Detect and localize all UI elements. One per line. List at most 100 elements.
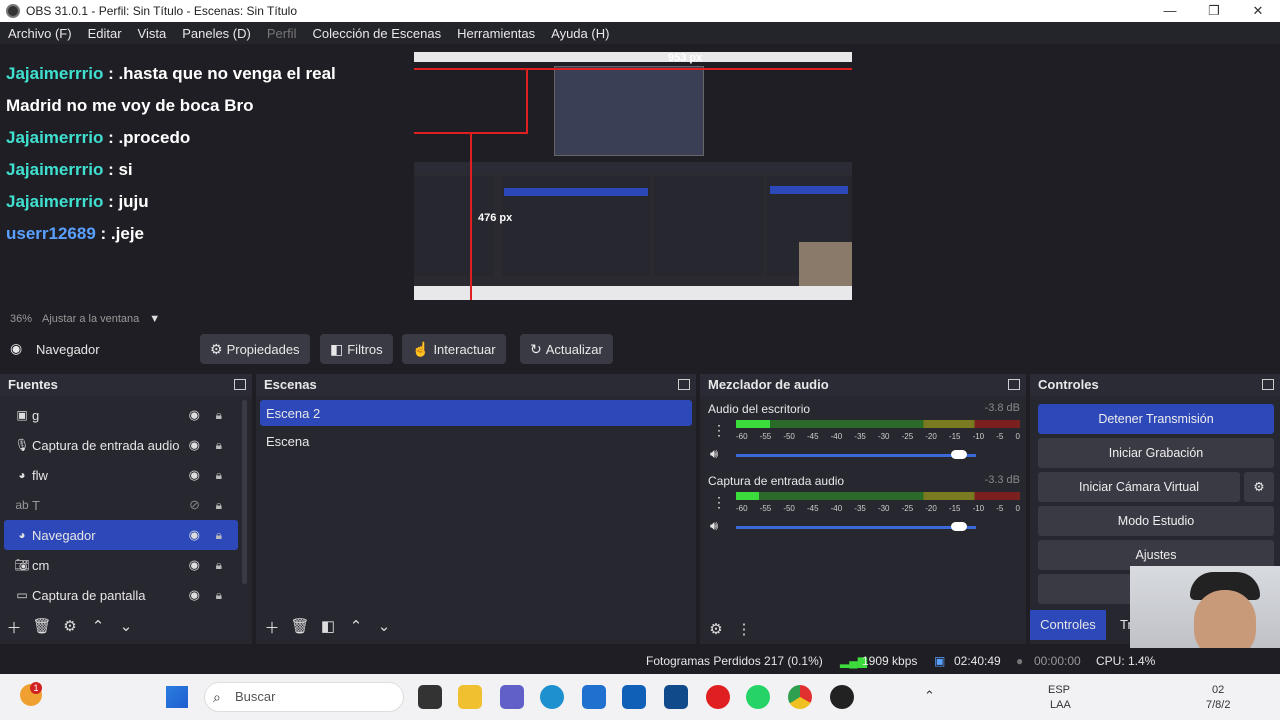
chevron-down-icon[interactable]: ⌄ [116,617,136,638]
chevron-up-icon[interactable]: ⌃ [88,617,108,638]
kebab-menu-icon[interactable]: ⋮ [734,620,754,638]
chrome-icon[interactable] [788,685,812,709]
start-recording-button[interactable]: Iniciar Grabación [1038,438,1274,468]
lock-icon[interactable]: 🔒︎ [216,588,222,603]
channel-name: Audio del escritorio [708,402,811,416]
scene-item[interactable]: Escena 2 [260,400,692,426]
meter-tick-label: -30 [877,432,890,441]
undock-icon[interactable] [1262,379,1274,390]
lock-icon[interactable]: 🔒︎ [216,498,222,513]
volume-slider[interactable] [736,526,976,529]
trash-icon[interactable]: 🗑︎ [32,617,52,638]
eye-icon[interactable]: ◉ [189,587,200,603]
menu-help[interactable]: Ayuda (H) [543,26,617,41]
source-item[interactable]: ab T ⊘ 🔒︎ [4,490,248,520]
gear-icon[interactable]: ⚙ [60,617,80,638]
eye-icon[interactable]: ◉ [189,467,200,483]
filters-button[interactable]: ◧ Filtros [320,334,393,364]
properties-button[interactable]: ⚙ Propiedades [200,334,310,364]
eye-icon[interactable]: ◉ [189,407,200,423]
volume-slider-knob[interactable] [951,522,968,531]
teams-icon[interactable] [500,685,524,709]
filter-icon[interactable]: ◧ [318,617,338,638]
outlook-icon[interactable] [622,685,646,709]
undock-icon[interactable] [678,379,690,390]
studio-mode-button[interactable]: Modo Estudio [1038,506,1274,536]
minimize-button[interactable]: — [1148,0,1192,22]
menu-view[interactable]: Vista [130,26,175,41]
refresh-button[interactable]: ↻ Actualizar [520,334,613,364]
zoom-fit-label[interactable]: Ajustar a la ventana [42,313,139,325]
source-item[interactable]: 📷︎ cm ◉ 🔒︎ [4,550,248,580]
edge-icon[interactable] [540,685,564,709]
obs-icon[interactable] [830,685,854,709]
source-item[interactable]: ◕ flw ◉ 🔒︎ [4,460,248,490]
chevron-down-icon[interactable]: ▼ [149,313,160,325]
interact-button[interactable]: ☝ Interactuar [402,334,506,364]
lock-icon[interactable]: 🔒︎ [216,468,222,483]
globe-icon: ◕ [18,528,26,542]
menu-scene-collection[interactable]: Colección de Escenas [304,26,449,41]
eye-icon[interactable]: ◉ [189,527,200,543]
scrollbar[interactable] [242,400,247,584]
menu-tools[interactable]: Herramientas [449,26,543,41]
source-item[interactable]: ▣ g ◉ 🔒︎ [4,400,248,430]
language-indicator[interactable]: ESP [1048,684,1070,696]
menu-edit[interactable]: Editar [80,26,130,41]
task-view-icon[interactable] [418,685,442,709]
close-button[interactable]: ✕ [1236,0,1280,22]
trash-icon[interactable]: 🗑︎ [290,617,310,638]
source-item[interactable]: 🎙︎ Captura de entrada audio ◉ 🔒︎ [4,430,248,460]
scene-item[interactable]: Escena [260,426,692,456]
meter-tick-label: -55 [759,504,772,513]
app-icon[interactable] [664,685,688,709]
monitor-icon: ▭ [16,588,28,602]
lock-icon[interactable]: 🔒︎ [216,408,222,423]
menu-file[interactable]: Archivo (F) [0,26,80,41]
source-item[interactable]: ◕ Navegador ◉ 🔒︎ [4,520,238,550]
add-icon[interactable]: ＋ [262,617,282,638]
stop-streaming-button[interactable]: Detener Transmisión [1038,404,1274,434]
obs-logo-icon [6,4,20,18]
whatsapp-icon[interactable] [746,685,770,709]
add-icon[interactable]: ＋ [4,617,24,638]
meter-tick-label: -50 [783,432,795,441]
windows-start-icon[interactable] [166,686,188,708]
file-explorer-icon[interactable] [458,685,482,709]
store-icon[interactable] [582,685,606,709]
taskbar-search[interactable]: ⌕ Buscar [204,682,404,712]
channel-name: Captura de entrada audio [708,474,845,488]
volume-slider[interactable] [736,454,976,457]
eye-hidden-icon[interactable]: ⊘ [189,497,200,513]
volume-slider-knob[interactable] [951,450,968,459]
gear-icon[interactable]: ⚙ [706,620,726,638]
virtual-camera-settings-button[interactable]: ⚙ [1244,472,1274,502]
tab-controls[interactable]: Controles [1030,610,1106,640]
cpu-usage: CPU: 1.4% [1096,654,1156,668]
lock-icon[interactable]: 🔒︎ [216,558,222,573]
virtual-camera-button[interactable]: Iniciar Cámara Virtual [1038,472,1240,502]
undock-icon[interactable] [234,379,246,390]
preview-canvas[interactable]: Jajaimerrrio : .hasta que no venga el re… [0,44,1280,310]
lock-icon[interactable]: 🔒︎ [216,438,222,453]
eye-icon[interactable]: ◉ [189,557,200,573]
source-item[interactable]: ▭ Captura de pantalla ◉ 🔒︎ [4,580,248,610]
opera-icon[interactable] [706,685,730,709]
channel-db: -3.3 dB [984,474,1020,486]
chevron-down-icon[interactable]: ⌄ [374,617,394,638]
eye-icon[interactable]: ◉ [189,437,200,453]
meter-tick-label: -15 [948,504,961,513]
menu-profile[interactable]: Perfil [259,26,305,41]
speaker-icon[interactable]: 🔊︎ [710,518,718,534]
speaker-icon[interactable]: 🔊︎ [710,446,718,462]
kebab-menu-icon[interactable]: ⋮ [712,494,726,511]
undock-icon[interactable] [1008,379,1020,390]
chevron-up-icon[interactable]: ⌃ [924,688,935,704]
meter-tick-label: -30 [877,504,890,513]
kebab-menu-icon[interactable]: ⋮ [712,422,726,439]
lock-icon[interactable]: 🔒︎ [216,528,222,543]
menu-docks[interactable]: Paneles (D) [174,26,259,41]
meter-tick-label: -45 [806,432,819,441]
maximize-button[interactable]: ❐ [1192,0,1236,22]
chevron-up-icon[interactable]: ⌃ [346,617,366,638]
